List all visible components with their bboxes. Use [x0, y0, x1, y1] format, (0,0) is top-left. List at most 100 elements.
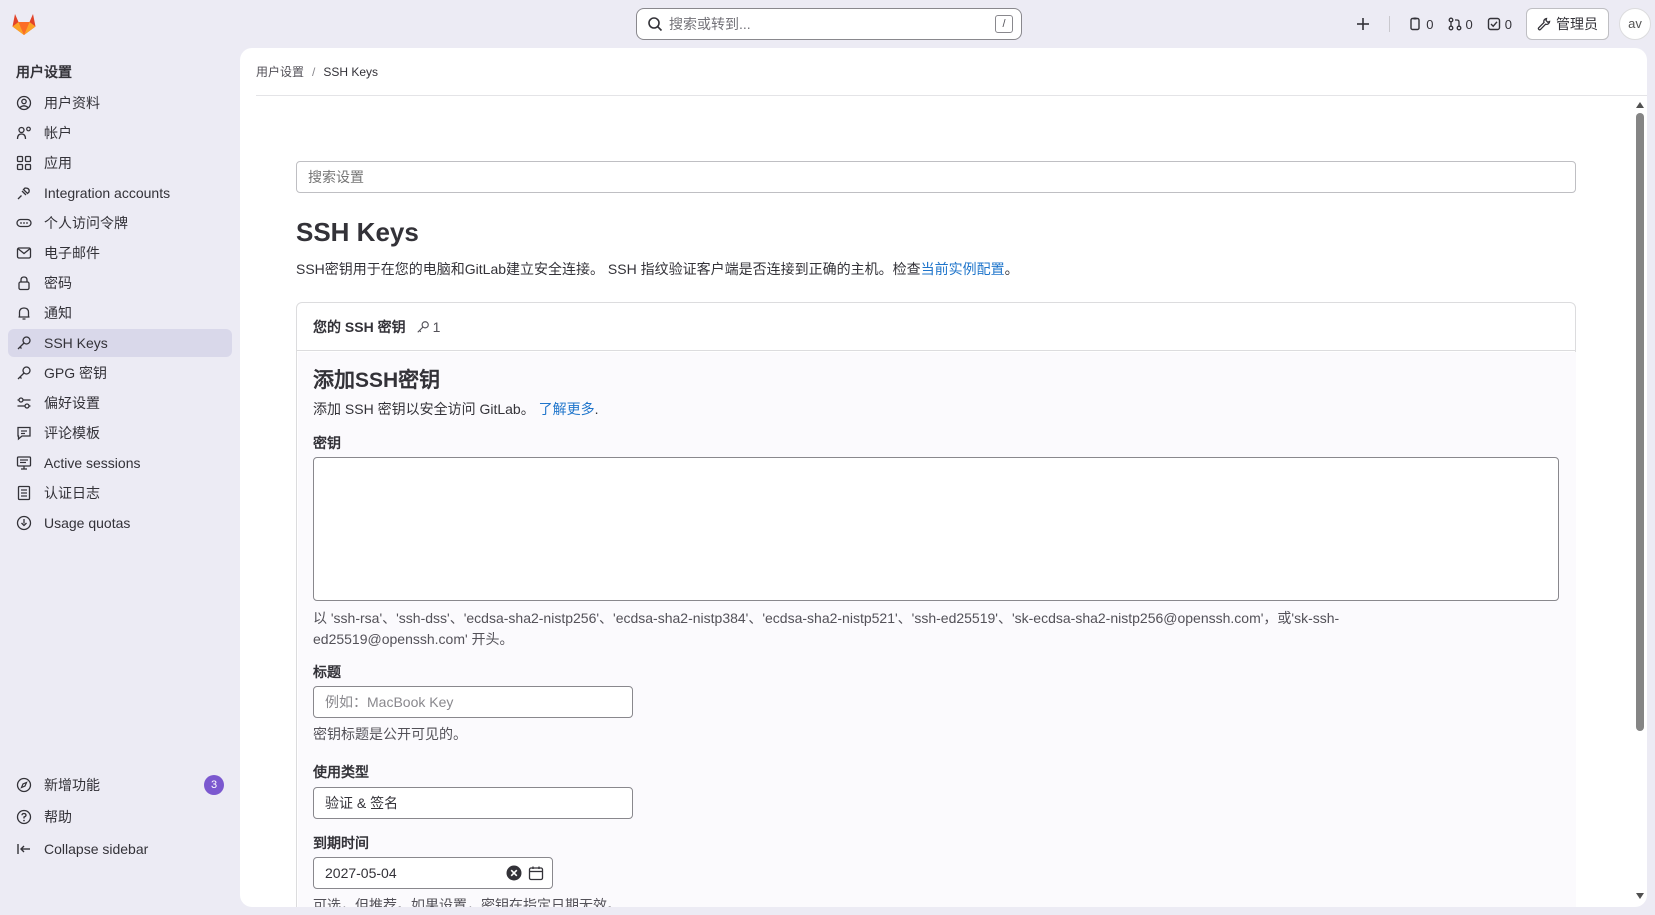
add-ssh-key-description: 添加 SSH 密钥以安全访问 GitLab。 了解更多. — [313, 399, 598, 419]
learn-more-link[interactable]: 了解更多 — [539, 401, 595, 417]
scroll-down-arrow-icon[interactable] — [1636, 893, 1644, 899]
title-input[interactable]: 例如：MacBook Key — [313, 686, 633, 718]
comment-icon — [17, 426, 31, 441]
page-title: SSH Keys — [296, 217, 419, 247]
issues-icon — [1410, 17, 1420, 31]
page-description: SSH密钥用于在您的电脑和GitLab建立安全连接。 SSH 指纹验证客户端是否… — [296, 259, 1019, 279]
card-header: 您的 SSH 密钥 1 — [297, 303, 1575, 351]
sidebar-item-active-sessions[interactable]: Active sessions — [8, 449, 232, 477]
key-textarea[interactable] — [313, 457, 1559, 601]
sidebar-item-label: Integration accounts — [44, 185, 171, 201]
sidebar-item-account[interactable]: 帐户 — [8, 119, 232, 147]
sidebar-item-ssh-keys[interactable]: SSH Keys — [8, 329, 232, 357]
content-scrollbar[interactable] — [1633, 97, 1647, 907]
main-panel: 用户设置 / SSH Keys SSH Keys SSH密钥用于在您的电脑和Gi… — [240, 48, 1647, 907]
sidebar-item-label: SSH Keys — [44, 335, 108, 351]
sidebar-item-password[interactable]: 密码 — [8, 269, 232, 297]
sidebar-item-integration-accounts[interactable]: Integration accounts — [8, 179, 232, 207]
sidebar-item-label: GPG 密钥 — [44, 365, 108, 381]
sidebar-item-emails[interactable]: 电子邮件 — [8, 239, 232, 267]
key-label: 密钥 — [313, 435, 341, 451]
scrollbar-thumb[interactable] — [1636, 113, 1644, 731]
collapse-sidebar-label: Collapse sidebar — [44, 841, 149, 857]
key-count-value: 1 — [432, 318, 441, 335]
sidebar-item-label: 应用 — [44, 155, 72, 171]
plus-icon[interactable] — [1355, 16, 1371, 32]
scroll-up-arrow-icon[interactable] — [1636, 102, 1644, 108]
search-icon — [648, 17, 663, 32]
merge-request-icon — [1448, 17, 1461, 31]
sidebar-item-label: 评论模板 — [44, 425, 100, 441]
breadcrumb-current[interactable]: SSH Keys — [323, 65, 378, 79]
gitlab-logo-icon[interactable] — [10, 10, 38, 38]
key-count: 1 — [416, 318, 441, 335]
expiry-help-text: 可选，但推荐。如果设置，密钥在指定日期无效。 — [313, 897, 621, 907]
sidebar-item-label: 帐户 — [44, 125, 72, 141]
key-icon — [17, 366, 31, 380]
sidebar-item-label: Usage quotas — [44, 515, 131, 531]
mail-icon — [16, 247, 32, 259]
add-ssh-key-description-text: 添加 SSH 密钥以安全访问 GitLab。 — [313, 401, 535, 417]
top-bar-divider — [1389, 16, 1391, 32]
breadcrumb-parent[interactable]: 用户设置 — [256, 63, 304, 80]
issues-button[interactable]: 0 — [1408, 17, 1434, 32]
card-header-title: 您的 SSH 密钥 — [313, 318, 406, 335]
bell-icon — [18, 307, 30, 320]
sidebar-title: 用户设置 — [16, 64, 72, 80]
help-label: 帮助 — [44, 809, 72, 825]
usage-type-value: 验证 & 签名 — [325, 795, 399, 811]
log-icon — [17, 485, 31, 501]
sidebar-item-label: 偏好设置 — [44, 395, 100, 411]
whats-new-badge: 3 — [204, 775, 224, 795]
sidebar-item-auth-log[interactable]: 认证日志 — [8, 479, 232, 507]
whats-new-button[interactable]: 新增功能 3 — [8, 770, 232, 800]
todos-button[interactable]: 0 — [1487, 17, 1512, 32]
learn-more-end: . — [594, 401, 599, 417]
preferences-icon — [17, 397, 31, 409]
instance-config-link[interactable]: 当前实例配置 — [921, 261, 1005, 277]
plug-icon — [17, 187, 30, 200]
user-avatar[interactable]: av — [1619, 8, 1651, 40]
whats-new-label: 新增功能 — [44, 777, 100, 793]
sidebar-nav: 用户资料 帐户 应用 Integration accounts 个人访问令牌 电… — [8, 89, 232, 539]
sidebar-item-applications[interactable]: 应用 — [8, 149, 232, 177]
sidebar-item-notifications[interactable]: 通知 — [8, 299, 232, 327]
sidebar-item-label: 通知 — [44, 305, 72, 321]
question-icon — [16, 809, 32, 825]
sidebar-footer: 新增功能 3 帮助 Collapse sidebar — [8, 770, 232, 866]
sidebar-item-preferences[interactable]: 偏好设置 — [8, 389, 232, 417]
sidebar-item-label: 电子邮件 — [44, 245, 100, 261]
collapse-sidebar-button[interactable]: Collapse sidebar — [8, 834, 232, 864]
breadcrumb: 用户设置 / SSH Keys — [256, 48, 1647, 96]
admin-button[interactable]: 管理员 — [1526, 8, 1609, 40]
key-help-line-1: 以 'ssh-rsa'、'ssh-dss'、'ecdsa-sha2-nistp2… — [313, 610, 1340, 626]
title-placeholder: 例如：MacBook Key — [325, 694, 454, 710]
avatar-alt-text: av — [1628, 16, 1642, 31]
add-ssh-key-title: 添加SSH密钥 — [313, 369, 441, 392]
top-bar: 搜索或转到... / 0 0 0 管理员 av — [0, 0, 1655, 48]
monitor-icon — [16, 456, 32, 470]
expiry-date-value: 2027-05-04 — [325, 865, 397, 881]
token-icon — [16, 218, 32, 228]
global-search-input[interactable]: 搜索或转到... / — [636, 8, 1022, 40]
sidebar-item-comment-templates[interactable]: 评论模板 — [8, 419, 232, 447]
sidebar-item-access-tokens[interactable]: 个人访问令牌 — [8, 209, 232, 237]
help-button[interactable]: 帮助 — [8, 802, 232, 832]
todo-icon — [1487, 17, 1500, 31]
settings-search-input[interactable] — [296, 161, 1576, 193]
collapse-left-icon — [17, 844, 30, 854]
key-icon — [17, 336, 31, 350]
expiry-date-input[interactable]: 2027-05-04 — [313, 857, 553, 889]
sidebar-item-label: Active sessions — [44, 455, 141, 471]
title-help-text: 密钥标题是公开可见的。 — [313, 726, 467, 742]
usage-type-select[interactable]: 验证 & 签名 — [313, 787, 633, 819]
key-help-line-2: ed25519@openssh.com' 开头。 — [313, 631, 514, 647]
sidebar-item-gpg-keys[interactable]: GPG 密钥 — [8, 359, 232, 387]
merge-requests-button[interactable]: 0 — [1448, 17, 1473, 32]
clear-date-icon[interactable] — [506, 865, 522, 881]
sidebar-item-profile[interactable]: 用户资料 — [8, 89, 232, 117]
compass-icon — [16, 777, 32, 793]
calendar-icon[interactable] — [528, 865, 544, 881]
ssh-keys-card: 您的 SSH 密钥 1 添加SSH密钥 添加 SSH 密钥以安全访问 GitLa… — [296, 302, 1576, 907]
sidebar-item-usage-quotas[interactable]: Usage quotas — [8, 509, 232, 537]
